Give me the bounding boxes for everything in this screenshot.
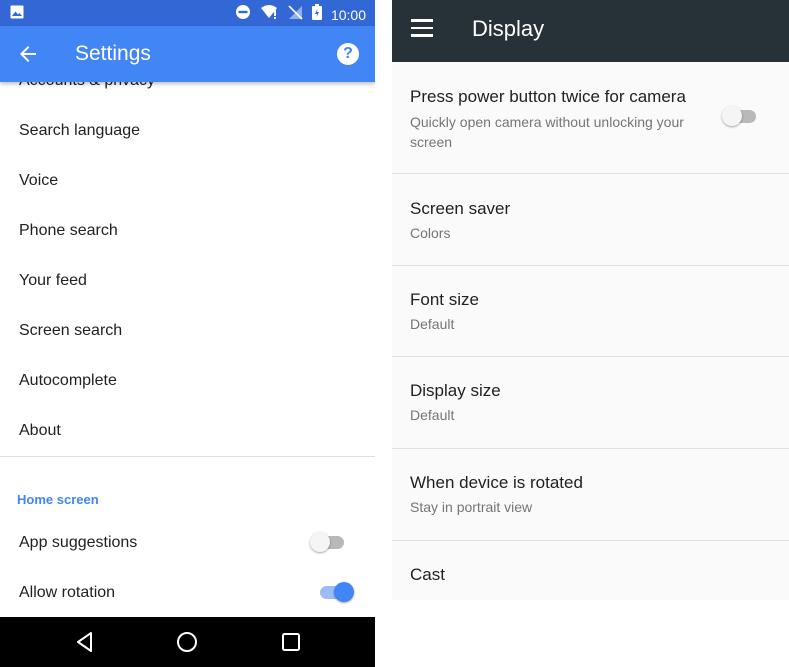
battery-icon [311, 4, 322, 25]
page-title: Settings [75, 42, 151, 65]
page-title: Display [472, 16, 545, 41]
status-time: 10:00 [330, 6, 366, 23]
list-item-cast[interactable]: Cast [392, 541, 789, 600]
list-item-title: When device is rotated [410, 473, 583, 492]
list-item-about[interactable]: About [19, 422, 61, 440]
toggle-knob [310, 532, 330, 552]
app-bar: Display [392, 0, 789, 62]
list-item-label: Voice [19, 172, 59, 189]
list-item-search-language[interactable]: Search language [19, 122, 140, 140]
list-item-title: Screen saver [410, 199, 511, 218]
app-bar: Settings ? [0, 26, 375, 82]
image-notification-icon [10, 5, 24, 24]
list-item-voice[interactable]: Voice [19, 172, 58, 190]
toggle-knob [722, 106, 742, 126]
back-arrow-icon[interactable] [16, 42, 40, 66]
power-button-camera-toggle[interactable] [722, 106, 758, 126]
list-item-app-suggestions[interactable]: App suggestions [19, 534, 137, 552]
list-item-allow-rotation[interactable]: Allow rotation [19, 584, 115, 602]
no-signal-icon [287, 4, 303, 25]
navigation-bar [0, 617, 375, 667]
list-item-label: Search language [19, 122, 140, 139]
wifi-icon [260, 4, 278, 25]
list-item-label: App suggestions [19, 534, 138, 551]
list-item-subtitle: Colors [410, 225, 451, 241]
list-item-label: Screen search [19, 322, 123, 339]
list-item-screen-search[interactable]: Screen search [19, 322, 122, 340]
list-item-subtitle: Default [410, 407, 455, 423]
list-item-screen-saver[interactable]: Screen saver Colors [392, 174, 789, 266]
list-item-title: Press power button twice for camera [410, 87, 686, 106]
settings-screen: Accounts & privacy Search language Voice… [0, 0, 375, 667]
list-item-display-size[interactable]: Display size Default [392, 357, 789, 449]
list-item-label: Your feed [19, 272, 87, 289]
list-item-autocomplete[interactable]: Autocomplete [19, 372, 117, 390]
list-item-your-feed[interactable]: Your feed [19, 272, 87, 290]
list-item-title: Cast [410, 565, 445, 584]
section-header-home-screen: Home screen [17, 492, 99, 507]
list-item-title: Display size [410, 381, 501, 400]
list-item-title: Font size [410, 290, 479, 309]
list-item-font-size[interactable]: Font size Default [392, 266, 789, 357]
list-item-power-button-camera[interactable]: Press power button twice for camera Quic… [392, 62, 789, 174]
list-item-label: Autocomplete [19, 372, 117, 389]
list-item-device-rotated[interactable]: When device is rotated Stay in portrait … [392, 449, 789, 541]
home-icon[interactable] [174, 629, 200, 655]
section-divider [0, 456, 375, 457]
list-item-subtitle: Stay in portrait view [410, 499, 533, 515]
status-bar: 10:00 [0, 0, 375, 26]
app-suggestions-toggle[interactable] [310, 532, 346, 552]
list-item-label: Allow rotation [19, 584, 116, 601]
display-settings-screen: Display Press power button twice for cam… [392, 0, 789, 600]
toggle-knob [334, 582, 354, 602]
list-item-subtitle: Quickly open camera without unlocking yo… [410, 114, 684, 150]
back-icon[interactable] [72, 629, 98, 655]
list-item-phone-search[interactable]: Phone search [19, 222, 118, 240]
settings-list: Accounts & privacy Search language Voice… [0, 0, 375, 617]
allow-rotation-toggle[interactable] [318, 582, 354, 602]
list-item-label: About [19, 422, 61, 439]
recents-icon[interactable] [278, 629, 304, 655]
menu-icon[interactable] [411, 19, 433, 37]
do-not-disturb-icon [235, 4, 251, 25]
list-item-label: Phone search [19, 222, 118, 239]
list-item-subtitle: Default [410, 316, 455, 332]
help-icon[interactable]: ? [337, 43, 359, 65]
